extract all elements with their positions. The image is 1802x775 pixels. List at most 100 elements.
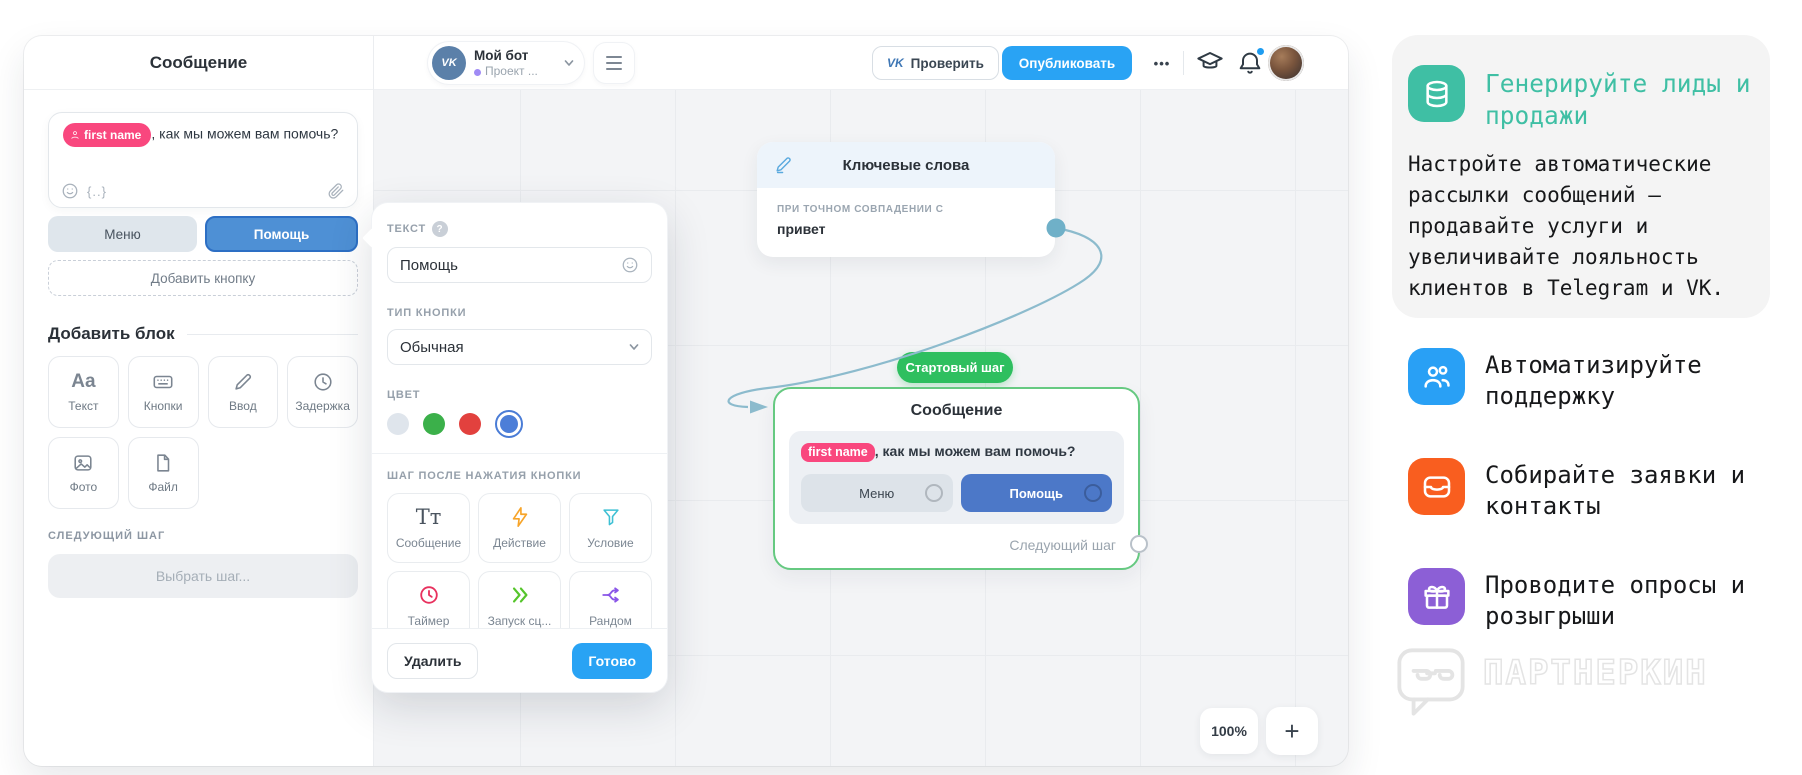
menu-button-chip[interactable]: Меню (48, 216, 197, 252)
delete-button[interactable]: Удалить (387, 643, 479, 679)
message-node-text-rest: , как мы можем вам помочь? (874, 443, 1076, 460)
timer-icon (417, 583, 441, 607)
keywords-node[interactable]: Ключевые слова ПРИ ТОЧНОМ СОВПАДЕНИИ С п… (757, 142, 1055, 257)
more-options-button[interactable]: ••• (1142, 46, 1182, 80)
keywords-node-body: ПРИ ТОЧНОМ СОВПАДЕНИИ С привет (757, 188, 1055, 257)
block-tile-text[interactable]: Aa Текст (48, 356, 119, 428)
message-text-editor[interactable]: first name , как мы можем вам помочь? {.… (48, 112, 358, 208)
message-node-title: Сообщение (910, 402, 1003, 419)
block-label: Ввод (229, 399, 257, 413)
message-node-buttons: Меню Помощь (801, 474, 1112, 512)
help-button-chip-selected[interactable]: Помощь (205, 216, 358, 252)
add-button-button[interactable]: Добавить кнопку (48, 260, 358, 296)
help-button-port[interactable] (1084, 484, 1102, 502)
user-avatar[interactable] (1268, 45, 1304, 81)
text-label: ТЕКСТ (387, 223, 427, 235)
double-chevron-icon (508, 583, 532, 607)
color-swatch-blue-selected[interactable] (495, 410, 523, 438)
variables-icon[interactable]: {..} (87, 184, 107, 199)
next-step-row: Следующий шаг (775, 524, 1148, 568)
message-node[interactable]: Сообщение first name, как мы можем вам п… (773, 387, 1148, 570)
lead-card-body: Настройте автоматические рассылки сообще… (1408, 152, 1725, 300)
block-label: Файл (148, 480, 178, 494)
canvas-menu-button[interactable]: Меню (801, 474, 953, 512)
attachment-icon[interactable] (327, 182, 345, 200)
verify-label: Проверить (910, 55, 984, 71)
zoom-level[interactable]: 100% (1200, 708, 1258, 754)
button-type-select[interactable]: Обычная (387, 329, 652, 365)
canvas-menu-label: Меню (859, 485, 895, 501)
next-step-port[interactable] (1130, 535, 1148, 553)
notifications-button[interactable] (1236, 47, 1265, 77)
block-label: Фото (69, 480, 98, 494)
message-node-text: first name, как мы можем вам помочь? (801, 443, 1112, 462)
bot-selector-texts: Мой бот Проект ... (474, 47, 564, 79)
color-swatch-gray[interactable] (387, 413, 409, 435)
clock-icon (314, 373, 332, 391)
next-step-label: Следующий шаг (1009, 537, 1116, 553)
step-tile-action[interactable]: Действие (478, 493, 561, 563)
keywords-node-header: Ключевые слова (757, 142, 1055, 188)
canvas-help-label: Помощь (1009, 485, 1063, 501)
promo-item-label: Автоматизируйте поддержку (1485, 351, 1702, 410)
color-swatch-green[interactable] (423, 413, 445, 435)
button-settings-popup: ТЕКСТ ? Помощь ТИП КНОПКИ Обычная ЦВЕТ Ш… (372, 203, 667, 692)
step-label: Действие (493, 536, 546, 550)
promo-item-label: Проводите опросы и розыгрыши (1485, 571, 1746, 630)
zoom-in-button[interactable]: + (1266, 707, 1318, 755)
database-icon (1408, 65, 1465, 122)
choose-step-button[interactable]: Выбрать шаг... (48, 554, 358, 598)
first-name-tag[interactable]: first name (63, 123, 152, 147)
chevron-down-icon (564, 60, 574, 66)
project-status-dot (474, 68, 481, 76)
block-tile-delay[interactable]: Задержка (287, 356, 358, 428)
color-swatch-blue (500, 415, 518, 433)
vk-check-icon: VK (887, 56, 904, 70)
partnerkin-logo-icon (1397, 648, 1465, 716)
button-type-value: Обычная (400, 338, 464, 356)
users-icon (1408, 348, 1465, 405)
academy-button[interactable] (1196, 49, 1224, 77)
promo-item-leads: Собирайте заявки и контакты (1392, 458, 1770, 535)
inbox-icon (1408, 458, 1465, 515)
reply-buttons-row: Меню Помощь (48, 216, 358, 252)
bot-name: Мой бот (474, 47, 529, 63)
popup-footer: Удалить Готово (372, 628, 667, 692)
start-step-badge[interactable]: Стартовый шаг (897, 352, 1013, 383)
bot-selector[interactable]: VK Мой бот Проект ... (428, 42, 584, 84)
promo-panel: Генерируйте лиды и продажи Настройте авт… (1392, 0, 1802, 775)
keyword-value: привет (777, 221, 826, 237)
pencil-icon (235, 373, 251, 390)
next-step-section-label: СЛЕДУЮЩИЙ ШАГ (48, 530, 166, 542)
menu-button[interactable] (594, 43, 634, 83)
message-text: first name , как мы можем вам помочь? (63, 123, 343, 147)
first-name-tag: first name (801, 443, 875, 462)
emoji-icon[interactable] (621, 256, 639, 274)
sidebar-title: Сообщение (24, 36, 373, 90)
canvas-help-button[interactable]: Помощь (960, 474, 1112, 512)
block-tile-input[interactable]: Ввод (207, 356, 279, 428)
color-label: ЦВЕТ (387, 389, 421, 401)
message-text-rest: , как мы можем вам помочь? (151, 125, 339, 142)
step-tile-message[interactable]: Tт Сообщение (387, 493, 470, 563)
lead-card: Генерируйте лиды и продажи Настройте авт… (1392, 35, 1770, 318)
bot-builder-window: VK Мой бот Проект ... VK Проверить Опубл… (24, 36, 1348, 766)
block-tile-photo[interactable]: Фото (48, 437, 119, 509)
verify-button[interactable]: VK Проверить (872, 46, 999, 80)
menu-button-port[interactable] (924, 484, 943, 502)
add-block-heading: Добавить блок (48, 324, 358, 344)
chevron-down-icon (629, 344, 639, 350)
step-label: Таймер (407, 614, 450, 628)
step-label: Рандом (589, 614, 632, 628)
step-tile-condition[interactable]: Условие (569, 493, 652, 563)
color-swatch-red[interactable] (459, 413, 481, 435)
publish-button[interactable]: Опубликовать (1002, 46, 1132, 80)
emoji-icon[interactable] (61, 182, 79, 200)
done-button[interactable]: Готово (572, 643, 652, 679)
button-text-input[interactable]: Помощь (387, 247, 652, 283)
help-icon[interactable]: ? (432, 221, 449, 237)
block-tile-buttons[interactable]: Кнопки (127, 356, 199, 428)
block-tile-file[interactable]: Файл (127, 437, 199, 509)
person-icon (71, 130, 79, 139)
message-step-icon: Tт (415, 505, 442, 529)
